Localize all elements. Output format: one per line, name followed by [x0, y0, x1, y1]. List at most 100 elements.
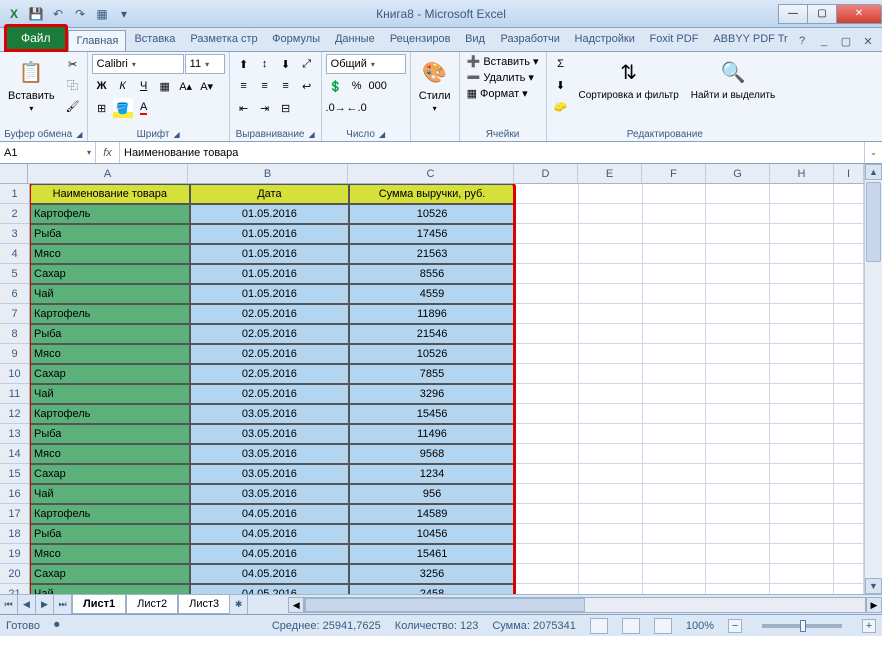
- cell[interactable]: [834, 504, 864, 524]
- cell[interactable]: [515, 184, 579, 204]
- restore-icon[interactable]: ▢: [838, 35, 854, 51]
- ribbon-tab[interactable]: Разметка стр: [182, 29, 264, 51]
- cell[interactable]: [834, 424, 864, 444]
- column-header[interactable]: E: [578, 164, 642, 183]
- sheet-nav-button[interactable]: ⏭: [54, 595, 72, 614]
- cell[interactable]: [770, 184, 834, 204]
- ribbon-tab[interactable]: Рецензиров: [382, 29, 457, 51]
- column-header[interactable]: C: [348, 164, 514, 183]
- cell[interactable]: Рыба: [30, 224, 190, 244]
- ribbon-tab[interactable]: Формулы: [264, 29, 327, 51]
- scroll-thumb[interactable]: [866, 182, 881, 262]
- cell[interactable]: [834, 264, 864, 284]
- cell[interactable]: [706, 444, 770, 464]
- shrink-font-icon[interactable]: A▾: [197, 76, 217, 96]
- cell[interactable]: 01.05.2016: [190, 204, 350, 224]
- formula-input[interactable]: Наименование товара: [120, 142, 864, 163]
- cell[interactable]: [579, 324, 643, 344]
- ribbon-tab[interactable]: ABBYY PDF Tr: [705, 29, 794, 51]
- cell[interactable]: [515, 524, 579, 544]
- view-layout-icon[interactable]: [622, 618, 640, 634]
- row-header[interactable]: 14: [0, 444, 29, 464]
- border-icon[interactable]: ▦: [155, 76, 175, 96]
- comma-icon[interactable]: 000: [368, 76, 388, 96]
- cell[interactable]: [770, 204, 834, 224]
- paste-button[interactable]: 📋 Вставить ▾: [4, 54, 59, 115]
- cell[interactable]: 02.05.2016: [190, 304, 350, 324]
- cell[interactable]: [579, 244, 643, 264]
- cell[interactable]: [770, 244, 834, 264]
- cell[interactable]: [834, 544, 864, 564]
- cell[interactable]: [515, 544, 579, 564]
- view-pagebreak-icon[interactable]: [654, 618, 672, 634]
- column-header[interactable]: I: [834, 164, 864, 183]
- cell[interactable]: 04.05.2016: [190, 544, 350, 564]
- cell[interactable]: 03.05.2016: [190, 444, 350, 464]
- bold-button[interactable]: Ж: [92, 76, 112, 96]
- row-header[interactable]: 9: [0, 344, 29, 364]
- cell[interactable]: 15456: [349, 404, 515, 424]
- cell[interactable]: [834, 324, 864, 344]
- percent-icon[interactable]: %: [347, 76, 367, 96]
- cell[interactable]: [706, 484, 770, 504]
- sheet-nav-button[interactable]: ⏮: [0, 595, 18, 614]
- cell[interactable]: [579, 304, 643, 324]
- cell[interactable]: [515, 404, 579, 424]
- ribbon-tab[interactable]: Надстройки: [567, 29, 642, 51]
- cell[interactable]: Мясо: [30, 544, 190, 564]
- cell[interactable]: [515, 424, 579, 444]
- cell[interactable]: [770, 324, 834, 344]
- row-header[interactable]: 20: [0, 564, 29, 584]
- cell[interactable]: [834, 384, 864, 404]
- cell[interactable]: 21546: [349, 324, 515, 344]
- redo-icon[interactable]: ↷: [70, 4, 90, 24]
- zoom-in-button[interactable]: +: [862, 619, 876, 633]
- row-header[interactable]: 16: [0, 484, 29, 504]
- row-header[interactable]: 17: [0, 504, 29, 524]
- zoom-slider[interactable]: [762, 624, 842, 628]
- dialog-launcher-icon[interactable]: ◢: [308, 130, 314, 139]
- column-header[interactable]: A: [28, 164, 188, 183]
- cell[interactable]: 17456: [349, 224, 515, 244]
- cell[interactable]: [706, 464, 770, 484]
- cell[interactable]: [515, 464, 579, 484]
- dialog-launcher-icon[interactable]: ◢: [174, 130, 180, 139]
- cell[interactable]: [770, 224, 834, 244]
- cell[interactable]: Сахар: [30, 264, 190, 284]
- cell[interactable]: [706, 544, 770, 564]
- cell[interactable]: [770, 444, 834, 464]
- sort-filter-button[interactable]: ⇅ Сортировка и фильтр: [575, 54, 683, 103]
- cell[interactable]: [643, 564, 707, 584]
- cell[interactable]: [834, 464, 864, 484]
- cell[interactable]: [515, 224, 579, 244]
- sheet-tab[interactable]: Лист3: [178, 595, 230, 614]
- cell[interactable]: [706, 284, 770, 304]
- excel-icon[interactable]: X: [4, 4, 24, 24]
- cell[interactable]: [834, 344, 864, 364]
- cell[interactable]: [706, 244, 770, 264]
- scroll-down-icon[interactable]: ▼: [865, 578, 882, 594]
- cell[interactable]: [579, 344, 643, 364]
- cell[interactable]: [834, 284, 864, 304]
- cell[interactable]: [834, 224, 864, 244]
- view-normal-icon[interactable]: [590, 618, 608, 634]
- cell[interactable]: [643, 244, 707, 264]
- cell[interactable]: [579, 444, 643, 464]
- help-icon[interactable]: ?: [794, 35, 810, 51]
- cell[interactable]: 956: [349, 484, 515, 504]
- cell[interactable]: [706, 204, 770, 224]
- cell[interactable]: [706, 264, 770, 284]
- cell[interactable]: [706, 524, 770, 544]
- cell[interactable]: 02.05.2016: [190, 344, 350, 364]
- cell[interactable]: Чай: [30, 484, 190, 504]
- scroll-thumb[interactable]: [305, 598, 585, 612]
- align-left-icon[interactable]: ≡: [234, 76, 254, 96]
- row-header[interactable]: 19: [0, 544, 29, 564]
- cell[interactable]: [834, 404, 864, 424]
- cell[interactable]: [643, 224, 707, 244]
- cell[interactable]: [515, 484, 579, 504]
- ribbon-tab[interactable]: Данные: [327, 29, 382, 51]
- cell[interactable]: [579, 464, 643, 484]
- column-header[interactable]: D: [514, 164, 578, 183]
- column-header[interactable]: H: [770, 164, 834, 183]
